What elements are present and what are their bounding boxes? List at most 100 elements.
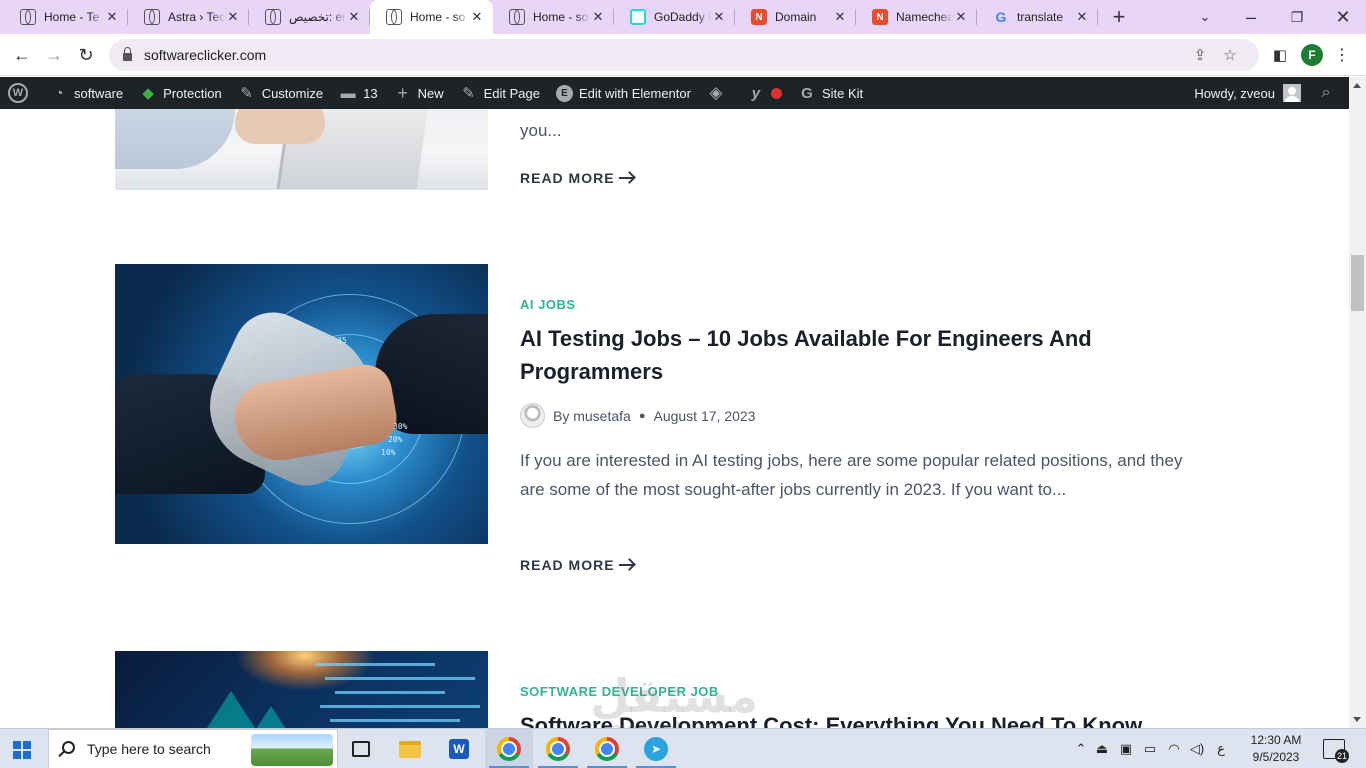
tab-home-so[interactable]: Home - so ✕ — [493, 0, 614, 34]
tab-title: Home - so — [533, 10, 589, 24]
godaddy-icon — [630, 9, 646, 25]
profile-avatar[interactable]: F — [1301, 44, 1323, 66]
admin-diamond[interactable]: ◈ — [699, 77, 739, 109]
post-thumbnail-code[interactable] — [115, 651, 488, 728]
post-meta: By musetafa ● August 17, 2023 — [520, 403, 755, 428]
telegram-button[interactable]: ➤ — [632, 729, 680, 768]
chrome-button-3[interactable] — [583, 729, 631, 768]
post-thumbnail[interactable] — [115, 109, 488, 190]
tab-domain[interactable]: N Domain ✕ — [735, 0, 856, 34]
forward-icon[interactable]: → — [40, 41, 68, 69]
read-more-link[interactable]: READ MORE — [520, 557, 615, 573]
admin-edit-page[interactable]: ✎ Edit Page — [452, 77, 548, 109]
tab-namecheap[interactable]: N Namechea ✕ — [856, 0, 977, 34]
admin-yoast[interactable]: y — [739, 77, 790, 109]
wordpress-logo[interactable]: W — [0, 77, 42, 109]
close-icon[interactable]: ✕ — [469, 9, 485, 25]
tab-home-so-active[interactable]: Home - so ✕ — [370, 0, 493, 34]
watermark-latin: mostaql.com — [610, 719, 723, 728]
close-icon[interactable]: ✕ — [104, 9, 120, 25]
image-label: 10% — [381, 448, 396, 457]
address-bar[interactable]: softwareclicker.com ⇪ ☆ — [109, 39, 1259, 71]
tab-translate[interactable]: G translate ✕ — [977, 0, 1098, 34]
scroll-up-arrow[interactable] — [1353, 83, 1361, 88]
notification-center-icon[interactable]: 21 — [1323, 739, 1349, 763]
file-explorer-button[interactable] — [386, 729, 434, 768]
close-icon[interactable]: ✕ — [225, 9, 241, 25]
post-thumbnail-ai-handshake[interactable]: 35 30% 20% 10% — [115, 264, 488, 544]
taskbar-search[interactable]: Type here to search — [48, 729, 338, 768]
admin-edit-elementor[interactable]: E Edit with Elementor — [548, 77, 699, 109]
globe-icon — [20, 9, 36, 25]
wp-admin-bar: W ◔ software ◆ Protection ✎ Customize ▬ 13 +… — [0, 77, 1349, 109]
chrome-button-2[interactable] — [534, 729, 582, 768]
word-button[interactable]: W — [435, 729, 483, 768]
close-icon[interactable]: ✕ — [346, 9, 362, 25]
restore-button[interactable]: ❐ — [1281, 0, 1313, 34]
close-icon[interactable]: ✕ — [953, 9, 969, 25]
admin-search[interactable]: ⌕ — [1309, 77, 1349, 109]
volume-icon[interactable]: ◁) — [1186, 741, 1208, 757]
lock-icon[interactable] — [123, 47, 132, 61]
screen: Home - Te ✕ Astra › Tec ✕ تخصيص: er ✕ Ho… — [0, 0, 1366, 768]
task-view-button[interactable] — [337, 729, 385, 768]
shield-icon: ◆ — [142, 85, 154, 102]
author-link[interactable]: musetafa — [573, 408, 631, 424]
close-icon[interactable]: ✕ — [1074, 9, 1090, 25]
battery-icon[interactable]: ▭ — [1138, 741, 1162, 757]
image-label: 30% — [393, 422, 408, 431]
admin-site-name[interactable]: ◔ software — [42, 77, 131, 109]
usb-icon[interactable]: ⏏ — [1090, 741, 1114, 757]
new-tab-button[interactable]: + — [1103, 0, 1135, 34]
wifi-icon[interactable]: ◠ — [1162, 741, 1186, 757]
star-icon[interactable]: ☆ — [1220, 45, 1240, 65]
tab-search-button[interactable]: ⌄ — [1189, 0, 1221, 34]
google-icon: G — [801, 84, 813, 102]
windows-taskbar: Type here to search W ➤ ⌃ ⏏ ▣ ▭ ◠ ◁) ع 1… — [0, 728, 1366, 768]
share-icon[interactable]: ⇪ — [1190, 45, 1210, 65]
back-icon[interactable]: ← — [8, 41, 36, 69]
language-indicator[interactable]: ع — [1208, 741, 1234, 757]
tab-astra[interactable]: Astra › Tec ✕ — [128, 0, 249, 34]
search-icon — [62, 741, 75, 754]
chevron-up-icon[interactable]: ⌃ — [1072, 741, 1090, 757]
scrollbar-thumb[interactable] — [1351, 255, 1364, 311]
side-panel-icon[interactable]: ◧ — [1266, 41, 1294, 69]
globe-icon — [386, 9, 402, 25]
tab-title: translate — [1017, 10, 1064, 24]
start-button[interactable] — [13, 741, 31, 759]
scroll-down-arrow[interactable] — [1353, 717, 1361, 722]
taskbar-clock[interactable]: 12:30 AM 9/5/2023 — [1244, 732, 1308, 766]
admin-customize[interactable]: ✎ Customize — [230, 77, 331, 109]
url-text: softwareclicker.com — [144, 47, 267, 63]
tab-godaddy[interactable]: GoDaddy D ✕ — [614, 0, 735, 34]
window-close-button[interactable]: ✕ — [1327, 0, 1359, 34]
post-title-link[interactable]: AI Testing Jobs – 10 Jobs Available For … — [520, 322, 1180, 388]
display-icon[interactable]: ▣ — [1114, 741, 1138, 757]
page-scrollbar[interactable] — [1349, 77, 1366, 728]
minimize-button[interactable]: – — [1235, 0, 1267, 34]
tab-home-te[interactable]: Home - Te ✕ — [4, 0, 128, 34]
admin-site-kit[interactable]: G Site Kit — [790, 77, 871, 109]
close-icon[interactable]: ✕ — [590, 9, 606, 25]
pencil-icon: ✎ — [462, 85, 475, 102]
system-tray: ⌃ ⏏ ▣ ▭ ◠ ◁) ع — [1072, 729, 1234, 768]
browser-toolbar: ← → ↻ softwareclicker.com ⇪ ☆ ◧ F ⋮ — [0, 34, 1366, 76]
folder-icon — [399, 740, 421, 758]
admin-new[interactable]: + New — [386, 77, 452, 109]
post-category-link[interactable]: AI JOBS — [520, 297, 576, 312]
tab-title: GoDaddy D — [654, 10, 711, 24]
reload-icon[interactable]: ↻ — [72, 41, 100, 69]
admin-account[interactable]: Howdy, zveou — [1186, 77, 1309, 109]
chrome-button-1[interactable] — [485, 729, 533, 768]
admin-comments[interactable]: ▬ 13 — [331, 77, 385, 109]
weather-widget-icon[interactable] — [251, 734, 333, 766]
tab-customize-ar[interactable]: تخصيص: er ✕ — [249, 0, 370, 34]
elementor-icon: E — [555, 84, 573, 102]
chrome-icon — [595, 737, 619, 761]
close-icon[interactable]: ✕ — [832, 9, 848, 25]
admin-protection[interactable]: ◆ Protection — [131, 77, 230, 109]
close-icon[interactable]: ✕ — [711, 9, 727, 25]
read-more-link[interactable]: READ MORE — [520, 170, 615, 186]
menu-icon[interactable]: ⋮ — [1328, 41, 1356, 69]
